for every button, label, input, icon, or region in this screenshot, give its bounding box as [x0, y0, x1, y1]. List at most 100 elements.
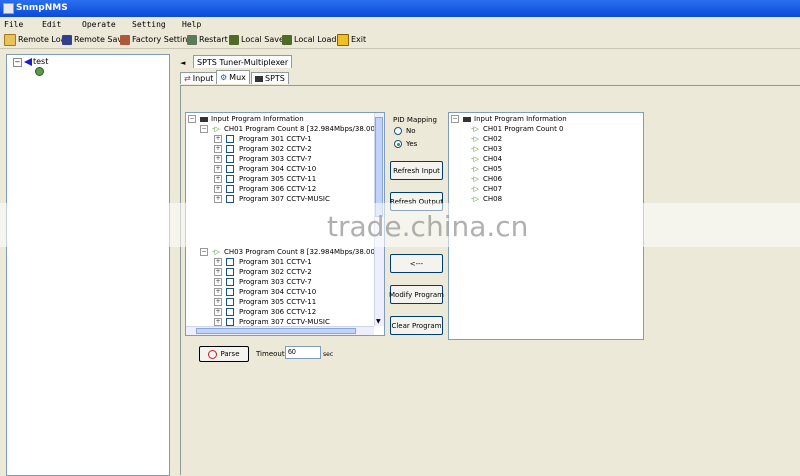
- factory-setting-button[interactable]: Factory Setting: [120, 33, 192, 46]
- watermark-text: trade.china.cn: [327, 210, 529, 243]
- menu-help[interactable]: Help: [182, 20, 201, 29]
- save-icon: [62, 34, 72, 45]
- tree-root-label[interactable]: test: [33, 57, 48, 66]
- exit-icon: [337, 33, 349, 46]
- arrow-icon: -▷: [471, 145, 479, 153]
- list-item-ch01[interactable]: -▷ CH01 Program Count 0: [471, 124, 564, 134]
- list-icon: [463, 116, 471, 122]
- arrow-icon: -▷: [471, 195, 479, 203]
- arrow-icon: -▷: [471, 155, 479, 163]
- list-item[interactable]: + Program 302 CCTV-2: [214, 144, 312, 154]
- clear-program-button[interactable]: Clear Program: [390, 316, 443, 335]
- local-load-icon: [282, 34, 292, 45]
- list-header: − Input Program Information: [188, 115, 304, 123]
- timeout-unit: sec: [323, 351, 334, 358]
- remote-load-button[interactable]: Remote Load: [4, 33, 71, 46]
- move-left-button[interactable]: <---: [390, 254, 443, 273]
- list-item[interactable]: + Program 301 CCTV-1: [214, 134, 312, 144]
- spts-icon: [255, 75, 263, 82]
- device-icon: [24, 58, 32, 66]
- arrow-icon: -▷: [471, 125, 479, 133]
- tab-input[interactable]: ⇄ Input: [180, 72, 218, 84]
- arrow-icon: -▷: [212, 248, 220, 256]
- list-item[interactable]: + Program 301 CCTV-1: [214, 257, 312, 267]
- parse-button[interactable]: Parse: [199, 346, 249, 362]
- menu-file[interactable]: File: [4, 20, 23, 29]
- scroll-thumb[interactable]: [375, 117, 383, 217]
- toolbar: Remote Load Remote Save Factory Setting …: [0, 31, 800, 49]
- factory-icon: [120, 34, 130, 45]
- list-item[interactable]: + Program 304 CCTV-10: [214, 287, 316, 297]
- list-item[interactable]: + Program 305 CCTV-11: [214, 174, 316, 184]
- device-tree: − test: [6, 54, 170, 476]
- list-item-ch03[interactable]: -▷ CH03: [471, 144, 502, 154]
- list-item-ch02[interactable]: -▷ CH02: [471, 134, 502, 144]
- refresh-input-button[interactable]: Refresh Input: [390, 161, 443, 180]
- scroll-down-icon[interactable]: ▼: [376, 318, 381, 325]
- menu-operate[interactable]: Operate: [82, 20, 116, 29]
- program-checkbox[interactable]: [226, 298, 234, 306]
- program-checkbox[interactable]: [226, 135, 234, 143]
- menu-bar: File Edit Operate Setting Help: [0, 18, 800, 30]
- restart-icon: [187, 34, 197, 45]
- list-item-ch05[interactable]: -▷ CH05: [471, 164, 502, 174]
- tab-device[interactable]: SPTS Tuner-Multiplexer: [193, 55, 293, 68]
- menu-setting[interactable]: Setting: [132, 20, 166, 29]
- list-item[interactable]: + Program 302 CCTV-2: [214, 267, 312, 277]
- arrow-icon: -▷: [212, 125, 220, 133]
- program-checkbox[interactable]: [226, 195, 234, 203]
- list-item[interactable]: + Program 303 CCTV-7: [214, 277, 312, 287]
- list-item[interactable]: + Program 305 CCTV-11: [214, 297, 316, 307]
- exit-button[interactable]: Exit: [337, 33, 366, 46]
- list-item-ch06[interactable]: -▷ CH06: [471, 174, 502, 184]
- list-item[interactable]: + Program 306 CCTV-12: [214, 184, 316, 194]
- program-checkbox[interactable]: [226, 175, 234, 183]
- horizontal-scrollbar[interactable]: [186, 326, 374, 335]
- pid-yes-radio[interactable]: Yes: [394, 140, 417, 148]
- remote-save-button[interactable]: Remote Save: [62, 33, 127, 46]
- program-checkbox[interactable]: [226, 155, 234, 163]
- program-checkbox[interactable]: [226, 288, 234, 296]
- list-icon: [200, 116, 208, 122]
- tab-spts[interactable]: SPTS: [251, 72, 289, 84]
- program-checkbox[interactable]: [226, 278, 234, 286]
- restart-button[interactable]: Restart: [187, 33, 228, 46]
- hscroll-thumb[interactable]: [196, 328, 356, 334]
- modify-program-button[interactable]: Modify Program: [389, 285, 444, 304]
- arrow-icon: -▷: [471, 175, 479, 183]
- parse-icon: [208, 349, 218, 359]
- local-load-button[interactable]: Local Load: [282, 33, 336, 46]
- arrow-icon: -▷: [471, 135, 479, 143]
- list-item[interactable]: + Program 304 CCTV-10: [214, 164, 316, 174]
- tuner-node-icon[interactable]: [35, 67, 44, 76]
- program-checkbox[interactable]: [226, 258, 234, 266]
- program-checkbox[interactable]: [226, 268, 234, 276]
- menu-edit[interactable]: Edit: [42, 20, 61, 29]
- arrow-icon: -▷: [471, 165, 479, 173]
- list-item-ch07[interactable]: -▷ CH07: [471, 184, 502, 194]
- list-item-group-ch03[interactable]: − -▷ CH03 Program Count 8 [32.984Mbps/38.0…: [200, 247, 384, 257]
- tab-scroll-left-icon[interactable]: ◄: [180, 59, 185, 67]
- mux-icon: ⚙: [220, 73, 228, 82]
- input-icon: ⇄: [184, 74, 191, 83]
- timeout-input[interactable]: [285, 346, 321, 359]
- list-item-group-ch01[interactable]: − -▷ CH01 Program Count 8 [32.984Mbps/38.0…: [200, 124, 384, 134]
- pid-no-radio[interactable]: No: [394, 127, 416, 135]
- arrow-icon: -▷: [471, 185, 479, 193]
- tree-collapse-icon[interactable]: −: [13, 58, 22, 67]
- list-item[interactable]: + Program 303 CCTV-7: [214, 154, 312, 164]
- folder-open-icon: [4, 33, 16, 46]
- program-checkbox[interactable]: [226, 185, 234, 193]
- pid-mapping-label: PID Mapping: [393, 116, 437, 124]
- program-checkbox[interactable]: [226, 165, 234, 173]
- app-icon: [3, 3, 14, 14]
- local-save-button[interactable]: Local Save: [229, 33, 284, 46]
- program-checkbox[interactable]: [226, 145, 234, 153]
- list-item-ch04[interactable]: -▷ CH04: [471, 154, 502, 164]
- program-checkbox[interactable]: [226, 308, 234, 316]
- program-checkbox[interactable]: [226, 318, 234, 326]
- list-item[interactable]: + Program 306 CCTV-12: [214, 307, 316, 317]
- timeout-label: Timeout: [256, 350, 285, 358]
- tab-mux[interactable]: ⚙ Mux: [216, 70, 250, 84]
- local-save-icon: [229, 34, 239, 45]
